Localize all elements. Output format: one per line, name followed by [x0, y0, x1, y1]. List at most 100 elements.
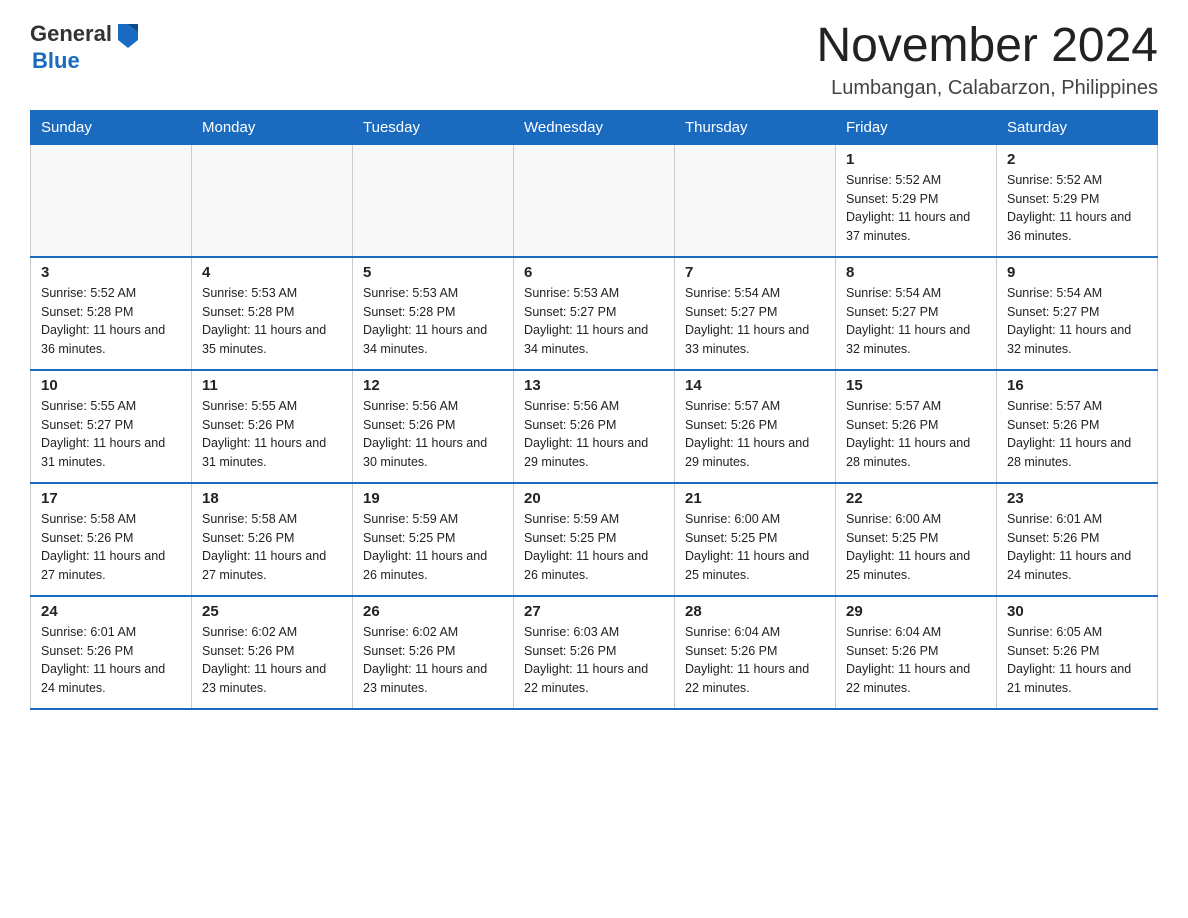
calendar-cell: 9 Sunrise: 5:54 AM Sunset: 5:27 PM Daylig… — [997, 257, 1158, 370]
day-number: 27 — [524, 603, 664, 620]
day-info: Sunrise: 6:02 AM Sunset: 5:26 PM Dayligh… — [202, 623, 342, 698]
calendar-cell: 22 Sunrise: 6:00 AM Sunset: 5:25 PM Dayli… — [836, 483, 997, 596]
day-info: Sunrise: 6:00 AM Sunset: 5:25 PM Dayligh… — [685, 510, 825, 585]
calendar-cell — [353, 144, 514, 257]
day-number: 5 — [363, 264, 503, 281]
day-info: Sunrise: 5:57 AM Sunset: 5:26 PM Dayligh… — [846, 397, 986, 472]
calendar-cell: 5 Sunrise: 5:53 AM Sunset: 5:28 PM Daylig… — [353, 257, 514, 370]
page-header: General Blue November 2024 Lumbangan, Ca… — [30, 20, 1158, 100]
day-number: 25 — [202, 603, 342, 620]
calendar-table: SundayMondayTuesdayWednesdayThursdayFrid… — [30, 110, 1158, 710]
day-info: Sunrise: 6:00 AM Sunset: 5:25 PM Dayligh… — [846, 510, 986, 585]
calendar-header-sunday: Sunday — [31, 110, 192, 144]
day-number: 6 — [524, 264, 664, 281]
day-info: Sunrise: 5:59 AM Sunset: 5:25 PM Dayligh… — [363, 510, 503, 585]
calendar-week-row: 1Sunrise: 5:52 AM Sunset: 5:29 PM Daylig… — [31, 144, 1158, 257]
calendar-cell — [675, 144, 836, 257]
day-info: Sunrise: 5:56 AM Sunset: 5:26 PM Dayligh… — [363, 397, 503, 472]
calendar-cell — [31, 144, 192, 257]
day-number: 9 — [1007, 264, 1147, 281]
day-info: Sunrise: 5:52 AM Sunset: 5:29 PM Dayligh… — [1007, 171, 1147, 246]
calendar-cell: 15 Sunrise: 5:57 AM Sunset: 5:26 PM Dayli… — [836, 370, 997, 483]
day-info: Sunrise: 5:53 AM Sunset: 5:28 PM Dayligh… — [363, 284, 503, 359]
calendar-week-row: 10 Sunrise: 5:55 AM Sunset: 5:27 PM Dayli… — [31, 370, 1158, 483]
day-number: 29 — [846, 603, 986, 620]
calendar-cell: 14 Sunrise: 5:57 AM Sunset: 5:26 PM Dayli… — [675, 370, 836, 483]
calendar-cell: 16 Sunrise: 5:57 AM Sunset: 5:26 PM Dayli… — [997, 370, 1158, 483]
calendar-cell: 6 Sunrise: 5:53 AM Sunset: 5:27 PM Daylig… — [514, 257, 675, 370]
logo-general-text: General — [30, 21, 112, 47]
day-info: Sunrise: 5:53 AM Sunset: 5:27 PM Dayligh… — [524, 284, 664, 359]
calendar-cell: 25 Sunrise: 6:02 AM Sunset: 5:26 PM Dayli… — [192, 596, 353, 709]
day-info: Sunrise: 5:57 AM Sunset: 5:26 PM Dayligh… — [1007, 397, 1147, 472]
calendar-cell: 28Sunrise: 6:04 AM Sunset: 5:26 PM Dayli… — [675, 596, 836, 709]
calendar-header-friday: Friday — [836, 110, 997, 144]
calendar-cell: 23Sunrise: 6:01 AM Sunset: 5:26 PM Dayli… — [997, 483, 1158, 596]
calendar-cell: 2 Sunrise: 5:52 AM Sunset: 5:29 PM Daylig… — [997, 144, 1158, 257]
calendar-cell: 24Sunrise: 6:01 AM Sunset: 5:26 PM Dayli… — [31, 596, 192, 709]
day-number: 16 — [1007, 377, 1147, 394]
calendar-week-row: 24Sunrise: 6:01 AM Sunset: 5:26 PM Dayli… — [31, 596, 1158, 709]
calendar-cell: 21 Sunrise: 6:00 AM Sunset: 5:25 PM Dayli… — [675, 483, 836, 596]
day-number: 26 — [363, 603, 503, 620]
logo-blue-text: Blue — [32, 48, 80, 74]
day-info: Sunrise: 5:59 AM Sunset: 5:25 PM Dayligh… — [524, 510, 664, 585]
day-info: Sunrise: 6:02 AM Sunset: 5:26 PM Dayligh… — [363, 623, 503, 698]
calendar-cell: 27 Sunrise: 6:03 AM Sunset: 5:26 PM Dayli… — [514, 596, 675, 709]
calendar-cell: 13 Sunrise: 5:56 AM Sunset: 5:26 PM Dayli… — [514, 370, 675, 483]
calendar-header-monday: Monday — [192, 110, 353, 144]
day-info: Sunrise: 5:53 AM Sunset: 5:28 PM Dayligh… — [202, 284, 342, 359]
day-info: Sunrise: 6:03 AM Sunset: 5:26 PM Dayligh… — [524, 623, 664, 698]
day-info: Sunrise: 5:54 AM Sunset: 5:27 PM Dayligh… — [846, 284, 986, 359]
day-number: 7 — [685, 264, 825, 281]
calendar-cell: 11Sunrise: 5:55 AM Sunset: 5:26 PM Dayli… — [192, 370, 353, 483]
calendar-cell: 18 Sunrise: 5:58 AM Sunset: 5:26 PM Dayli… — [192, 483, 353, 596]
day-number: 13 — [524, 377, 664, 394]
day-number: 30 — [1007, 603, 1147, 620]
logo: General Blue — [30, 20, 142, 74]
day-number: 21 — [685, 490, 825, 507]
calendar-week-row: 3 Sunrise: 5:52 AM Sunset: 5:28 PM Daylig… — [31, 257, 1158, 370]
day-number: 14 — [685, 377, 825, 394]
day-info: Sunrise: 5:55 AM Sunset: 5:26 PM Dayligh… — [202, 397, 342, 472]
calendar-week-row: 17Sunrise: 5:58 AM Sunset: 5:26 PM Dayli… — [31, 483, 1158, 596]
day-info: Sunrise: 6:05 AM Sunset: 5:26 PM Dayligh… — [1007, 623, 1147, 698]
day-number: 3 — [41, 264, 181, 281]
calendar-cell: 8 Sunrise: 5:54 AM Sunset: 5:27 PM Daylig… — [836, 257, 997, 370]
day-info: Sunrise: 5:52 AM Sunset: 5:29 PM Dayligh… — [846, 171, 986, 246]
calendar-header-row: SundayMondayTuesdayWednesdayThursdayFrid… — [31, 110, 1158, 144]
day-info: Sunrise: 5:54 AM Sunset: 5:27 PM Dayligh… — [685, 284, 825, 359]
day-number: 8 — [846, 264, 986, 281]
day-number: 18 — [202, 490, 342, 507]
calendar-cell — [192, 144, 353, 257]
calendar-header-wednesday: Wednesday — [514, 110, 675, 144]
day-number: 2 — [1007, 151, 1147, 168]
day-info: Sunrise: 5:58 AM Sunset: 5:26 PM Dayligh… — [41, 510, 181, 585]
day-info: Sunrise: 5:58 AM Sunset: 5:26 PM Dayligh… — [202, 510, 342, 585]
day-number: 4 — [202, 264, 342, 281]
day-number: 19 — [363, 490, 503, 507]
day-number: 12 — [363, 377, 503, 394]
main-title: November 2024 — [816, 20, 1158, 73]
day-number: 10 — [41, 377, 181, 394]
calendar-cell — [514, 144, 675, 257]
day-info: Sunrise: 5:52 AM Sunset: 5:28 PM Dayligh… — [41, 284, 181, 359]
day-number: 23 — [1007, 490, 1147, 507]
day-number: 15 — [846, 377, 986, 394]
calendar-header-tuesday: Tuesday — [353, 110, 514, 144]
day-info: Sunrise: 6:04 AM Sunset: 5:26 PM Dayligh… — [685, 623, 825, 698]
calendar-cell: 10 Sunrise: 5:55 AM Sunset: 5:27 PM Dayli… — [31, 370, 192, 483]
day-info: Sunrise: 5:54 AM Sunset: 5:27 PM Dayligh… — [1007, 284, 1147, 359]
day-info: Sunrise: 5:55 AM Sunset: 5:27 PM Dayligh… — [41, 397, 181, 472]
day-info: Sunrise: 5:57 AM Sunset: 5:26 PM Dayligh… — [685, 397, 825, 472]
day-number: 22 — [846, 490, 986, 507]
calendar-cell: 26 Sunrise: 6:02 AM Sunset: 5:26 PM Dayli… — [353, 596, 514, 709]
calendar-cell: 29Sunrise: 6:04 AM Sunset: 5:26 PM Dayli… — [836, 596, 997, 709]
logo-icon — [114, 20, 142, 48]
day-info: Sunrise: 5:56 AM Sunset: 5:26 PM Dayligh… — [524, 397, 664, 472]
day-number: 20 — [524, 490, 664, 507]
calendar-cell: 12 Sunrise: 5:56 AM Sunset: 5:26 PM Dayli… — [353, 370, 514, 483]
calendar-cell: 3 Sunrise: 5:52 AM Sunset: 5:28 PM Daylig… — [31, 257, 192, 370]
subtitle: Lumbangan, Calabarzon, Philippines — [816, 77, 1158, 100]
calendar-header-saturday: Saturday — [997, 110, 1158, 144]
